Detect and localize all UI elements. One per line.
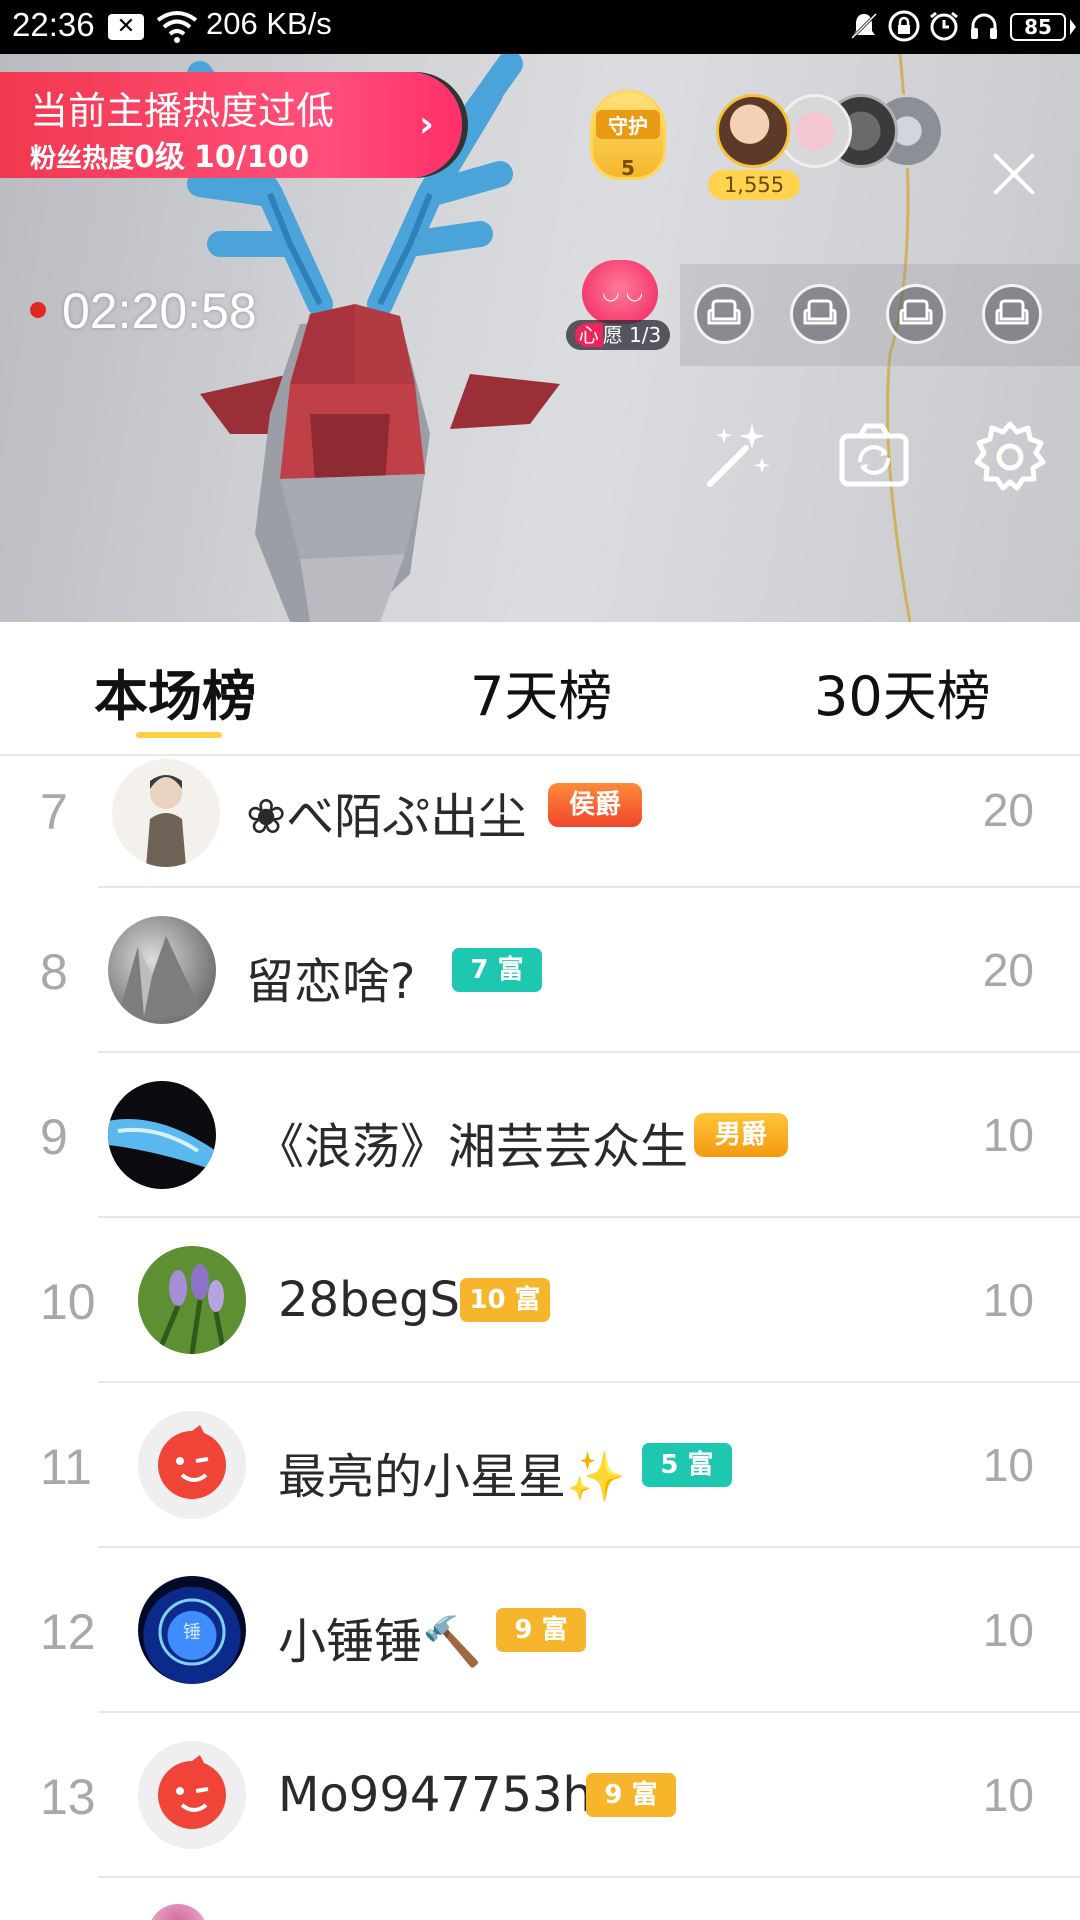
list-item[interactable]: 10 28begS 10 富 10 (0, 1218, 1080, 1383)
list-item[interactable]: 13 Mo9947753h 9 富 10 (0, 1713, 1080, 1878)
lock-icon (888, 10, 920, 42)
tab-30-days[interactable]: 30天榜 (814, 652, 991, 731)
user-name: 留恋啥? (246, 954, 416, 1010)
svg-text:锤: 锤 (183, 1622, 201, 1643)
alarm-icon (930, 11, 958, 41)
wealth-level-badge: 7 富 (452, 948, 542, 992)
user-avatar[interactable] (112, 759, 220, 867)
user-avatar[interactable] (108, 1081, 216, 1189)
mic-seats (680, 264, 1080, 366)
rank-number: 10 (40, 1274, 96, 1330)
active-tab-indicator (136, 732, 222, 738)
user-avatar[interactable]: 锤 (138, 1576, 246, 1684)
wish-button[interactable]: ◡ ◡ 心愿 1/3 (566, 260, 670, 352)
list-item[interactable]: 12 锤 小锤锤🔨 9 富 10 (0, 1548, 1080, 1713)
user-avatar[interactable] (108, 916, 216, 1024)
list-item[interactable]: 11 最亮的小星星✨ 5 富 10 (0, 1383, 1080, 1548)
default-avatar-icon[interactable] (138, 1411, 246, 1519)
list-item[interactable]: 9 《浪荡》湘芸芸众生 男爵 10 (0, 1053, 1080, 1218)
seat-sofa-icon[interactable] (694, 284, 754, 344)
viewer-avatar[interactable] (716, 94, 790, 168)
viewer-count: 1,555 (708, 170, 800, 200)
wealth-level-badge: 9 富 (586, 1773, 676, 1817)
guard-count: 5 (621, 156, 635, 180)
rank-number: 13 (40, 1769, 96, 1825)
score: 10 (982, 1604, 1034, 1656)
status-bar: 22:36 ✕ 206 KB/s 85 (0, 0, 1080, 54)
settings-gear-icon[interactable] (972, 418, 1048, 494)
heat-level: 0级 (134, 140, 185, 175)
guard-badge[interactable]: 守护 5 (582, 80, 674, 192)
close-notification-icon: ✕ (108, 14, 144, 40)
close-icon[interactable] (986, 146, 1042, 202)
score: 10 (982, 1769, 1034, 1821)
rank-number: 8 (40, 944, 68, 1000)
rank-number: 11 (40, 1439, 92, 1495)
rank-title-badge: 男爵 (694, 1113, 788, 1157)
score: 20 (982, 944, 1034, 996)
ranking-list[interactable]: 7 ❀べ陌ぷ出尘 侯爵 20 8 留恋啥? 7 富 20 9 《浪荡》湘芸芸众生… (0, 758, 1080, 1920)
user-name: ❀べ陌ぷ出尘 (246, 789, 527, 845)
top-viewers[interactable]: 1,555 (708, 80, 946, 200)
wish-label-text: 愿 1/3 (602, 323, 662, 347)
score: 10 (982, 1439, 1034, 1491)
live-video[interactable]: 当前主播热度过低 粉丝热度0级 10/100 › 守护 5 1,555 02:2… (0, 54, 1080, 622)
wish-label-highlight: 心 (574, 323, 603, 347)
rank-number: 7 (40, 784, 68, 840)
list-item[interactable]: 7 ❀べ陌ぷ出尘 侯爵 20 (0, 758, 1080, 888)
rank-number: 12 (40, 1604, 96, 1660)
heart-face-icon: ◡ ◡ (602, 280, 644, 304)
default-avatar-icon[interactable] (138, 1741, 246, 1849)
user-name: 28begS (278, 1272, 461, 1328)
rank-number: 9 (40, 1109, 68, 1165)
wealth-level-badge: 5 富 (642, 1443, 732, 1487)
list-item[interactable]: 8 留恋啥? 7 富 20 (0, 888, 1080, 1053)
user-avatar[interactable] (148, 1904, 208, 1920)
streamer-heat-banner[interactable]: 当前主播热度过低 粉丝热度0级 10/100 › (0, 72, 462, 178)
score: 10 (982, 1274, 1034, 1326)
wealth-level-badge: 9 富 (496, 1608, 586, 1652)
status-icons (848, 10, 1000, 42)
wish-progress: 心愿 1/3 (566, 320, 670, 350)
score: 20 (982, 784, 1034, 836)
user-name: 《浪荡》湘芸芸众生 (256, 1119, 689, 1175)
wifi-icon (156, 11, 198, 43)
heat-banner-subtitle: 粉丝热度0级 10/100 (30, 132, 309, 176)
headphones-icon (971, 13, 997, 39)
seat-sofa-icon[interactable] (982, 284, 1042, 344)
rank-title-badge: 侯爵 (548, 783, 642, 827)
user-name: 小锤锤🔨 (278, 1614, 482, 1670)
battery-icon: 85 (1010, 13, 1076, 41)
mute-icon (850, 12, 878, 40)
live-duration: 02:20:58 (62, 283, 257, 339)
score: 10 (982, 1109, 1034, 1161)
wealth-level-badge: 10 富 (460, 1278, 550, 1322)
seat-sofa-icon[interactable] (790, 284, 850, 344)
ranking-tabs: 本场榜 7天榜 30天榜 (0, 622, 1080, 756)
network-speed: 206 KB/s (206, 6, 332, 41)
guard-label: 守护 (596, 110, 660, 139)
tab-this-session[interactable]: 本场榜 (94, 652, 256, 731)
user-name: Mo9947753h (278, 1767, 593, 1823)
user-avatar[interactable] (138, 1246, 246, 1354)
list-item[interactable] (0, 1878, 1080, 1920)
user-name: 最亮的小星星✨ (278, 1449, 626, 1505)
status-time: 22:36 (12, 6, 95, 43)
magic-wand-icon[interactable] (700, 418, 776, 494)
battery-level: 85 (1024, 15, 1052, 39)
heat-label: 粉丝热度 (30, 144, 135, 174)
heat-banner-title: 当前主播热度过低 (30, 89, 335, 133)
heat-progress: 10/100 (193, 140, 310, 175)
seat-sofa-icon[interactable] (886, 284, 946, 344)
switch-camera-icon[interactable] (836, 418, 912, 494)
tab-7-days[interactable]: 7天榜 (470, 652, 612, 731)
recording-dot-icon (30, 302, 46, 318)
chevron-right-icon: › (419, 104, 434, 145)
